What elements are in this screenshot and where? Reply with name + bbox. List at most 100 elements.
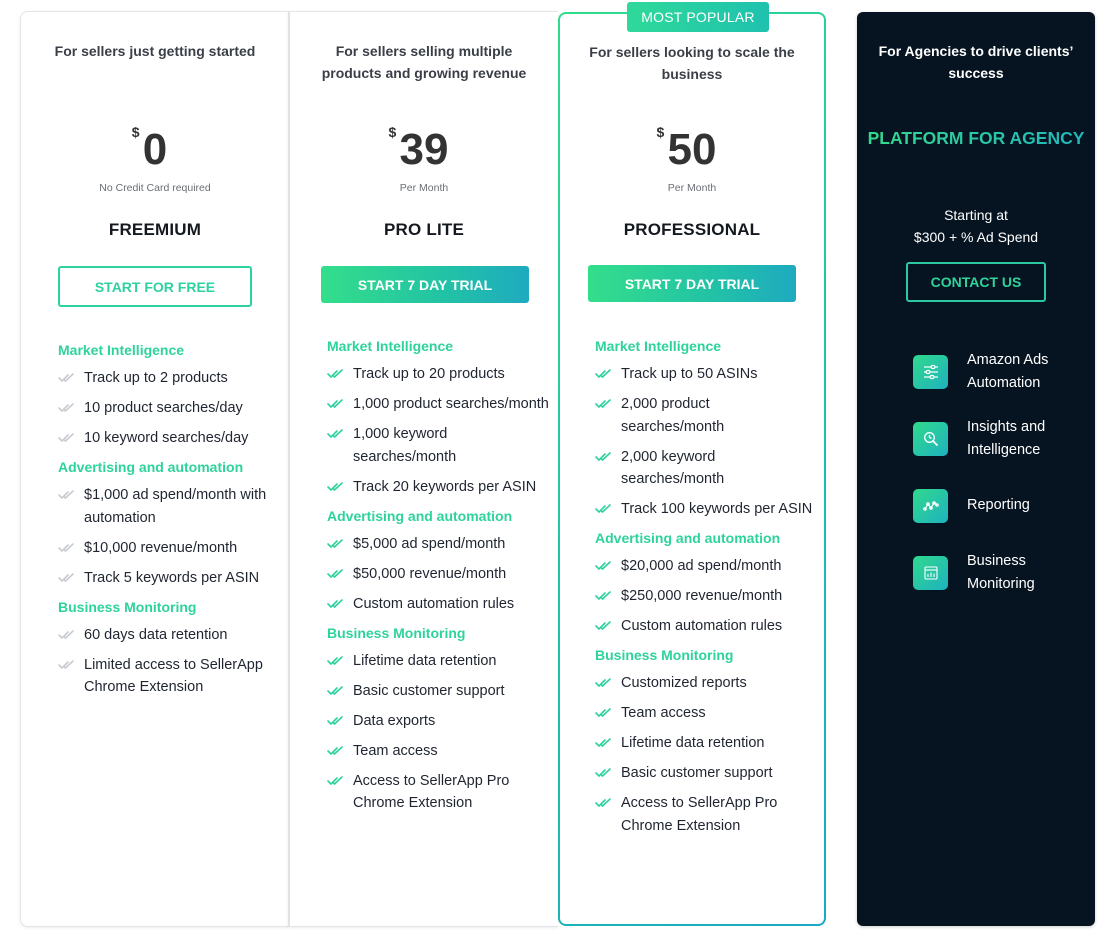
feature-text: Team access <box>353 742 438 759</box>
start-trial-button[interactable]: START 7 DAY TRIAL <box>588 265 796 302</box>
double-check-icon <box>595 732 621 754</box>
plan-price: $0 <box>132 124 168 176</box>
feature-item: $250,000 revenue/month <box>595 585 816 608</box>
double-check-icon <box>58 484 84 506</box>
plan-card-freemium: For sellers just getting started $0 No C… <box>20 11 289 927</box>
feature-section: Market Intelligence Track up to 2 product… <box>58 340 281 450</box>
feature-section: Business Monitoring Lifetime data retenti… <box>327 623 550 815</box>
currency-symbol: $ <box>388 124 397 140</box>
feature-item: 10 keyword searches/day <box>58 427 281 450</box>
feature-section-title: Business Monitoring <box>327 624 466 641</box>
feature-list: Market Intelligence Track up to 20 produc… <box>327 336 550 822</box>
double-check-icon <box>58 427 84 449</box>
double-check-icon <box>595 672 621 694</box>
currency-symbol: $ <box>131 124 140 140</box>
feature-item: Track 20 keywords per ASIN <box>327 476 550 499</box>
feature-text: 1,000 keyword searches/month <box>353 426 457 465</box>
currency-symbol: $ <box>656 124 665 140</box>
feature-item: Track up to 50 ASINs <box>595 363 816 386</box>
feature-text: Access to SellerApp Pro Chrome Extension <box>353 772 510 812</box>
start-trial-button[interactable]: START 7 DAY TRIAL <box>321 266 529 303</box>
plan-name: PRO LITE <box>384 220 464 239</box>
feature-text: Track up to 2 products <box>84 370 228 386</box>
feature-item: $10,000 revenue/month <box>58 537 281 560</box>
feature-text: Lifetime data retention <box>353 652 497 669</box>
feature-section-title: Business Monitoring <box>58 598 197 615</box>
price-value: 0 <box>142 125 168 174</box>
double-check-icon <box>595 585 621 607</box>
feature-section: Advertising and automation $1,000 ad spen… <box>58 457 281 589</box>
plan-price: $50 <box>657 124 717 176</box>
plan-tagline: For Agencies to drive clients’ success <box>878 43 1074 81</box>
plan-card-professional: MOST POPULAR For sellers looking to scal… <box>558 2 826 926</box>
feature-text: Customized reports <box>621 675 747 691</box>
price-value: 50 <box>667 125 717 174</box>
double-check-icon <box>327 363 353 385</box>
feature-text: Track 5 keywords per ASIN <box>84 569 260 586</box>
feature-text: 1,000 product searches/month <box>353 396 549 412</box>
start-for-free-button[interactable]: START FOR FREE <box>58 266 252 307</box>
agency-feature-item: Amazon Ads Automation <box>913 349 1089 394</box>
agency-feature-label: Business Monitoring <box>967 553 1035 592</box>
double-check-icon <box>595 792 621 814</box>
double-check-icon <box>58 624 84 646</box>
dashboard-icon <box>913 555 948 590</box>
plan-name: FREEMIUM <box>108 220 202 239</box>
feature-section-title: Advertising and automation <box>595 530 781 546</box>
feature-text: $10,000 revenue/month <box>84 539 238 556</box>
feature-item: Track 5 keywords per ASIN <box>58 567 281 590</box>
feature-item: Basic customer support <box>327 680 550 703</box>
feature-text: Track 20 keywords per ASIN <box>353 478 537 495</box>
feature-item: Track up to 2 products <box>58 367 281 390</box>
plan-card-agency: For Agencies to drive clients’ success P… <box>857 12 1095 926</box>
feature-text: $50,000 revenue/month <box>353 565 507 582</box>
price-subtext: Per Month <box>667 182 717 194</box>
starting-price: $300 + % Ad Spend <box>913 229 1039 245</box>
feature-item: 1,000 keyword searches/month <box>327 423 550 468</box>
feature-list: Market Intelligence Track up to 2 product… <box>58 340 281 706</box>
feature-item: $1,000 ad spend/month with automation <box>58 484 281 529</box>
feature-item: 2,000 product searches/month <box>595 393 816 438</box>
feature-section: Business Monitoring 60 days data retentio… <box>58 597 281 699</box>
feature-item: Track 100 keywords per ASIN <box>595 498 816 521</box>
feature-list: Market Intelligence Track up to 50 ASINs 2… <box>595 336 816 845</box>
price-subtext: No Credit Card required <box>99 182 211 194</box>
contact-us-button[interactable]: CONTACT US <box>906 262 1046 302</box>
double-check-icon <box>327 476 353 498</box>
feature-item: Custom automation rules <box>327 593 550 616</box>
feature-section-title: Market Intelligence <box>595 338 722 354</box>
double-check-icon <box>595 615 621 637</box>
feature-text: Limited access to SellerApp Chrome Exten… <box>84 656 263 696</box>
feature-text: Lifetime data retention <box>621 735 765 751</box>
plan-tagline: For sellers looking to scale the busines… <box>589 44 795 82</box>
double-check-icon <box>327 770 353 792</box>
feature-text: Access to SellerApp Pro Chrome Extension <box>621 795 778 834</box>
feature-text: Basic customer support <box>353 682 505 699</box>
double-check-icon <box>327 393 353 415</box>
feature-item: Track up to 20 products <box>327 363 550 386</box>
feature-section: Market Intelligence Track up to 50 ASINs 2… <box>595 336 816 521</box>
feature-text: Team access <box>621 705 706 721</box>
price-value: 39 <box>399 125 449 174</box>
feature-text: 60 days data retention <box>84 626 228 643</box>
feature-text: 10 keyword searches/day <box>84 430 249 446</box>
feature-item: Custom automation rules <box>595 615 816 638</box>
feature-text: Data exports <box>353 712 436 729</box>
feature-item: $5,000 ad spend/month <box>327 533 550 556</box>
feature-section-title: Business Monitoring <box>595 647 734 663</box>
agency-feature-list: Amazon Ads Automation Insights and Intel… <box>913 349 1089 617</box>
feature-text: 10 product searches/day <box>84 400 243 416</box>
double-check-icon <box>327 533 353 555</box>
feature-text: Custom automation rules <box>353 595 515 612</box>
agency-feature-item: Reporting <box>913 483 1089 528</box>
feature-section-title: Market Intelligence <box>327 338 454 354</box>
double-check-icon <box>58 367 84 389</box>
plan-tagline: For sellers selling multiple products an… <box>321 43 527 81</box>
feature-text: $250,000 revenue/month <box>621 588 783 604</box>
feature-item: Access to SellerApp Pro Chrome Extension <box>595 792 816 837</box>
feature-item: Team access <box>595 702 816 725</box>
double-check-icon <box>327 710 353 732</box>
feature-item: Access to SellerApp Pro Chrome Extension <box>327 770 550 815</box>
feature-text: $20,000 ad spend/month <box>621 558 782 574</box>
double-check-icon <box>58 397 84 419</box>
